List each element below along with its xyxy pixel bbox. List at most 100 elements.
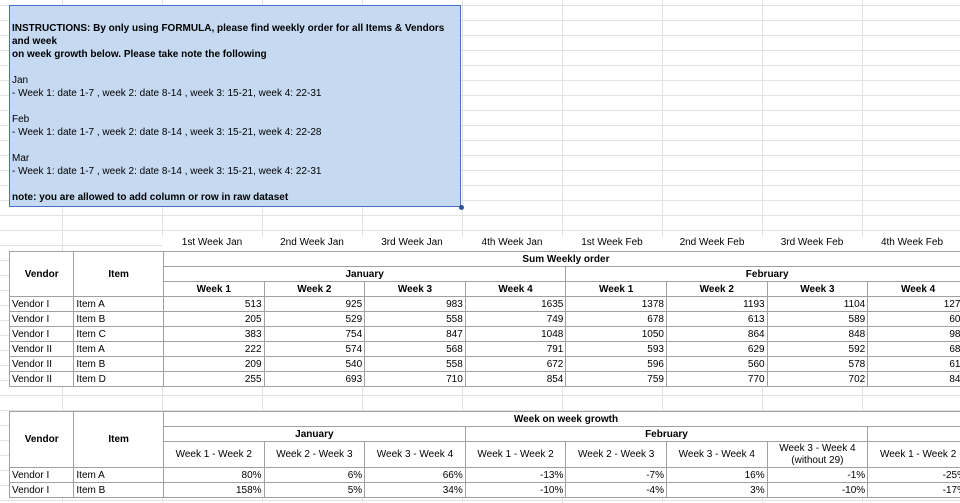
item-cell[interactable]: Item A bbox=[73, 341, 164, 357]
order-cell[interactable]: 864 bbox=[665, 326, 768, 342]
january-header[interactable]: January bbox=[162, 266, 567, 282]
order-cell[interactable]: 749 bbox=[464, 311, 567, 327]
vendor-cell[interactable]: Vendor I bbox=[8, 482, 75, 498]
growth-cell[interactable]: 66% bbox=[364, 467, 466, 483]
vendor-cell[interactable]: Vendor I bbox=[8, 311, 75, 327]
order-cell[interactable]: 1193 bbox=[665, 296, 768, 312]
order-cell[interactable]: 672 bbox=[464, 356, 567, 372]
order-cell[interactable]: 574 bbox=[263, 341, 366, 357]
growth-col-header[interactable]: Week 1 - Week 2 bbox=[464, 441, 567, 468]
growth-cell[interactable]: 158% bbox=[162, 482, 265, 498]
growth-january-header[interactable]: January bbox=[162, 426, 466, 442]
growth-cell[interactable]: 6% bbox=[263, 467, 366, 483]
order-cell[interactable]: 754 bbox=[263, 326, 366, 342]
order-cell[interactable]: 255 bbox=[162, 371, 265, 387]
vendor-cell[interactable]: Vendor I bbox=[8, 296, 75, 312]
vendor-cell[interactable]: Vendor I bbox=[8, 467, 75, 483]
item-cell[interactable]: Item B bbox=[73, 356, 164, 372]
item-cell[interactable]: Item A bbox=[73, 296, 164, 312]
growth-cell[interactable]: 3% bbox=[665, 482, 768, 498]
order-cell[interactable]: 568 bbox=[364, 341, 466, 357]
week-col-header[interactable]: Week 1 bbox=[162, 281, 265, 297]
item-cell[interactable]: Item D bbox=[73, 371, 164, 387]
growth-title[interactable]: Week on week growth bbox=[162, 411, 960, 427]
order-cell[interactable]: 513 bbox=[162, 296, 265, 312]
growth-cell[interactable]: -17% bbox=[867, 482, 960, 498]
growth-february-header[interactable]: February bbox=[464, 426, 869, 442]
order-cell[interactable]: 710 bbox=[364, 371, 466, 387]
order-cell[interactable]: 848 bbox=[766, 326, 869, 342]
growth-cell[interactable]: -10% bbox=[464, 482, 567, 498]
growth-col-header[interactable]: Week 3 - Week 4 (without 29) bbox=[766, 441, 869, 468]
vendor-cell[interactable]: Vendor II bbox=[8, 341, 75, 357]
instructions-textbox[interactable]: INSTRUCTIONS: By only using FORMULA, ple… bbox=[9, 5, 461, 207]
order-cell[interactable]: 989 bbox=[867, 326, 960, 342]
resize-handle[interactable] bbox=[459, 205, 464, 210]
growth-cell[interactable]: -25% bbox=[867, 467, 960, 483]
order-cell[interactable]: 578 bbox=[766, 356, 869, 372]
order-cell[interactable]: 560 bbox=[665, 356, 768, 372]
growth-cell[interactable]: 16% bbox=[665, 467, 768, 483]
week-label-2[interactable]: 2nd Week Jan bbox=[262, 237, 362, 251]
item-header[interactable]: Item bbox=[73, 251, 164, 297]
growth-col-header[interactable]: Week 3 - Week 4 bbox=[665, 441, 768, 468]
growth-cell[interactable]: 5% bbox=[263, 482, 366, 498]
growth-cell[interactable]: -13% bbox=[464, 467, 567, 483]
order-cell[interactable]: 613 bbox=[665, 311, 768, 327]
growth-col-header[interactable]: Week 3 - Week 4 bbox=[364, 441, 466, 468]
item-cell[interactable]: Item A bbox=[73, 467, 164, 483]
growth-cell[interactable]: -1% bbox=[766, 467, 869, 483]
order-cell[interactable]: 770 bbox=[665, 371, 768, 387]
week-label-4[interactable]: 4th Week Jan bbox=[462, 237, 562, 251]
order-cell[interactable]: 604 bbox=[867, 311, 960, 327]
order-cell[interactable]: 222 bbox=[162, 341, 265, 357]
week-label-8[interactable]: 4th Week Feb bbox=[862, 237, 960, 251]
growth-cell[interactable]: 80% bbox=[162, 467, 265, 483]
growth-col-header[interactable]: Week 1 - Week 2 bbox=[162, 441, 265, 468]
week-col-header[interactable]: Week 3 bbox=[766, 281, 869, 297]
item-cell[interactable]: Item C bbox=[73, 326, 164, 342]
order-cell[interactable]: 1378 bbox=[565, 296, 667, 312]
vendor-header[interactable]: Vendor bbox=[8, 251, 75, 297]
week-col-header[interactable]: Week 2 bbox=[665, 281, 768, 297]
week-label-1[interactable]: 1st Week Jan bbox=[162, 237, 262, 251]
item-cell[interactable]: Item B bbox=[73, 311, 164, 327]
growth-cell[interactable]: -4% bbox=[565, 482, 667, 498]
week-col-header[interactable]: Week 3 bbox=[364, 281, 466, 297]
order-cell[interactable]: 1048 bbox=[464, 326, 567, 342]
order-cell[interactable]: 702 bbox=[766, 371, 869, 387]
week-col-header[interactable]: Week 4 bbox=[867, 281, 960, 297]
order-cell[interactable]: 925 bbox=[263, 296, 366, 312]
order-cell[interactable]: 596 bbox=[565, 356, 667, 372]
vendor-cell[interactable]: Vendor II bbox=[8, 371, 75, 387]
order-cell[interactable]: 529 bbox=[263, 311, 366, 327]
order-cell[interactable]: 1104 bbox=[766, 296, 869, 312]
order-cell[interactable]: 1050 bbox=[565, 326, 667, 342]
week-label-5[interactable]: 1st Week Feb bbox=[562, 237, 662, 251]
growth-march-header[interactable] bbox=[867, 426, 960, 442]
order-cell[interactable]: 759 bbox=[565, 371, 667, 387]
order-cell[interactable]: 209 bbox=[162, 356, 265, 372]
order-cell[interactable]: 593 bbox=[565, 341, 667, 357]
growth-vendor-header[interactable]: Vendor bbox=[8, 411, 75, 468]
item-cell[interactable]: Item B bbox=[73, 482, 164, 498]
growth-item-header[interactable]: Item bbox=[73, 411, 164, 468]
week-label-6[interactable]: 2nd Week Feb bbox=[662, 237, 762, 251]
order-cell[interactable]: 847 bbox=[364, 326, 466, 342]
order-cell[interactable]: 558 bbox=[364, 356, 466, 372]
week-label-3[interactable]: 3rd Week Jan bbox=[362, 237, 462, 251]
order-cell[interactable]: 540 bbox=[263, 356, 366, 372]
order-cell[interactable]: 589 bbox=[766, 311, 869, 327]
growth-cell[interactable]: -10% bbox=[766, 482, 869, 498]
order-cell[interactable]: 383 bbox=[162, 326, 265, 342]
sum-weekly-title[interactable]: Sum Weekly order bbox=[162, 251, 960, 267]
week-col-header[interactable]: Week 4 bbox=[464, 281, 567, 297]
order-cell[interactable]: 680 bbox=[867, 341, 960, 357]
vendor-cell[interactable]: Vendor II bbox=[8, 356, 75, 372]
week-label-7[interactable]: 3rd Week Feb bbox=[762, 237, 862, 251]
order-cell[interactable]: 1278 bbox=[867, 296, 960, 312]
growth-cell[interactable]: 34% bbox=[364, 482, 466, 498]
week-col-header[interactable]: Week 2 bbox=[263, 281, 366, 297]
order-cell[interactable]: 854 bbox=[464, 371, 567, 387]
week-col-header[interactable]: Week 1 bbox=[565, 281, 667, 297]
